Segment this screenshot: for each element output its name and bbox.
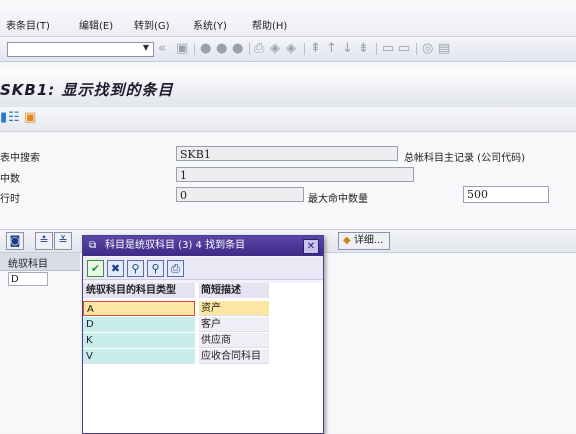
list-item[interactable]: A 资产 xyxy=(83,301,269,316)
menu-system[interactable]: 系统(Y) xyxy=(193,17,227,32)
list-item-desc: 供应商 xyxy=(199,333,269,348)
runtime-label: 行时 xyxy=(0,194,20,205)
prev-page-icon[interactable]: ↑ xyxy=(326,41,337,57)
help-icon[interactable]: ◎ xyxy=(422,41,433,57)
list-item-code: A xyxy=(83,301,195,316)
list-item[interactable]: K 供应商 xyxy=(83,333,269,348)
toolbar-separator xyxy=(249,43,250,55)
hits-label: 中数 xyxy=(0,174,20,185)
toolbar-separator xyxy=(194,43,195,55)
detail-button[interactable]: ◆ 详细... xyxy=(338,232,391,250)
layout-menu-icon[interactable]: ▤ xyxy=(438,41,450,57)
table-icon[interactable]: ☷ xyxy=(8,110,20,125)
toolbar-separator xyxy=(304,43,305,55)
detail-label: 详细... xyxy=(353,235,384,246)
table-name-field: SKB1 xyxy=(176,146,398,161)
display-icon[interactable]: ▮ xyxy=(0,110,7,125)
checkmark-icon[interactable]: ✔ xyxy=(87,260,104,277)
list-item-code: K xyxy=(83,333,195,348)
runtime-field: 0 xyxy=(176,187,304,202)
list-item-code: V xyxy=(83,349,195,364)
menu-table-entry[interactable]: 表条目(T) xyxy=(6,17,50,32)
details-icon[interactable]: ◙ xyxy=(6,232,24,250)
list-item-code: D xyxy=(83,317,195,332)
col-header-desc[interactable]: 简短描述 xyxy=(199,283,269,298)
cancel-x-icon[interactable]: ✖ xyxy=(107,260,124,277)
popup-title: 科目是统驭科目 (3) 4 找到条目 xyxy=(105,240,246,251)
cancel-icon[interactable]: ● xyxy=(232,41,243,57)
print-icon[interactable]: ⎙ xyxy=(254,41,264,57)
first-page-icon[interactable]: ⇞ xyxy=(310,41,321,57)
shortcut-icon[interactable]: ▭ xyxy=(398,41,410,57)
refresh-icon[interactable]: ▣ xyxy=(24,110,36,125)
command-field[interactable]: ▼ xyxy=(7,42,154,57)
exit-icon[interactable]: ● xyxy=(216,41,227,57)
title-bar: SKB1: 显示找到的条目 xyxy=(0,69,576,108)
toolbar-separator xyxy=(416,43,417,55)
search-in-table-label: 表中搜索 xyxy=(0,153,40,164)
find-icon[interactable]: ◈ xyxy=(270,41,280,57)
print-icon[interactable]: ⎙ xyxy=(167,260,184,277)
max-hits-label: 最大命中数量 xyxy=(308,194,368,205)
menu-bar: 表条目(T) 编辑(E) 转到(G) 系统(Y) 帮助(H) xyxy=(0,0,576,37)
list-item-desc: 资产 xyxy=(199,301,269,316)
table-description: 总帐科目主记录 (公司代码) xyxy=(404,153,525,164)
sort-descending-icon[interactable]: ≚ xyxy=(54,232,72,250)
last-page-icon[interactable]: ⇟ xyxy=(358,41,369,57)
menu-goto[interactable]: 转到(G) xyxy=(134,17,170,32)
list-item-desc: 应收合同科目 xyxy=(199,349,269,364)
chevron-down-icon[interactable]: ▼ xyxy=(143,43,149,52)
history-icon[interactable]: « xyxy=(158,41,166,57)
application-toolbar: ▮ ☷ ▣ xyxy=(0,107,576,132)
back-icon[interactable]: ● xyxy=(200,41,211,57)
toolbar-separator xyxy=(376,43,377,55)
standard-toolbar: ▼ « ▣ ● ● ● ⎙ ◈ ◈ ⇞ ↑ ↓ ⇟ ▭ ▭ ◎ ▤ xyxy=(0,37,576,62)
list-item-desc: 客户 xyxy=(199,317,269,332)
detail-icon: ◆ xyxy=(343,235,351,246)
save-icon[interactable]: ▣ xyxy=(176,41,188,57)
menu-help[interactable]: 帮助(H) xyxy=(252,17,287,32)
popup-list: 统驭科目的科目类型 简短描述 A 资产 D 客户 K 供应商 V 应收合同科目 xyxy=(83,283,323,433)
popup-title-bar: ⧉ 科目是统驭科目 (3) 4 找到条目 ✕ xyxy=(83,236,323,256)
new-session-icon[interactable]: ▭ xyxy=(382,41,394,57)
next-page-icon[interactable]: ↓ xyxy=(342,41,353,57)
grid-header: 统驭科目 xyxy=(0,253,80,271)
close-icon[interactable]: ✕ xyxy=(303,239,319,254)
find-next-icon[interactable]: ⚲ xyxy=(147,260,164,277)
menu-edit[interactable]: 编辑(E) xyxy=(79,17,113,32)
find-next-icon[interactable]: ◈ xyxy=(286,41,296,57)
grid-column-header[interactable]: 统驭科目 xyxy=(8,255,48,270)
hits-field: 1 xyxy=(176,167,414,182)
popup-window-icon: ⧉ xyxy=(89,240,97,251)
grid-cell[interactable]: D xyxy=(8,272,48,286)
max-hits-field[interactable]: 500 xyxy=(463,186,549,203)
sort-ascending-icon[interactable]: ≛ xyxy=(35,232,53,250)
page-title: SKB1: 显示找到的条目 xyxy=(0,81,174,99)
popup-toolbar: ✔ ✖ ⚲ ⚲ ⎙ xyxy=(83,257,323,280)
value-help-popup: ⧉ 科目是统驭科目 (3) 4 找到条目 ✕ ✔ ✖ ⚲ ⚲ ⎙ 统驭科目的科目… xyxy=(82,235,324,434)
list-item[interactable]: V 应收合同科目 xyxy=(83,349,269,364)
find-icon[interactable]: ⚲ xyxy=(127,260,144,277)
list-item[interactable]: D 客户 xyxy=(83,317,269,332)
col-header-type[interactable]: 统驭科目的科目类型 xyxy=(83,283,195,298)
